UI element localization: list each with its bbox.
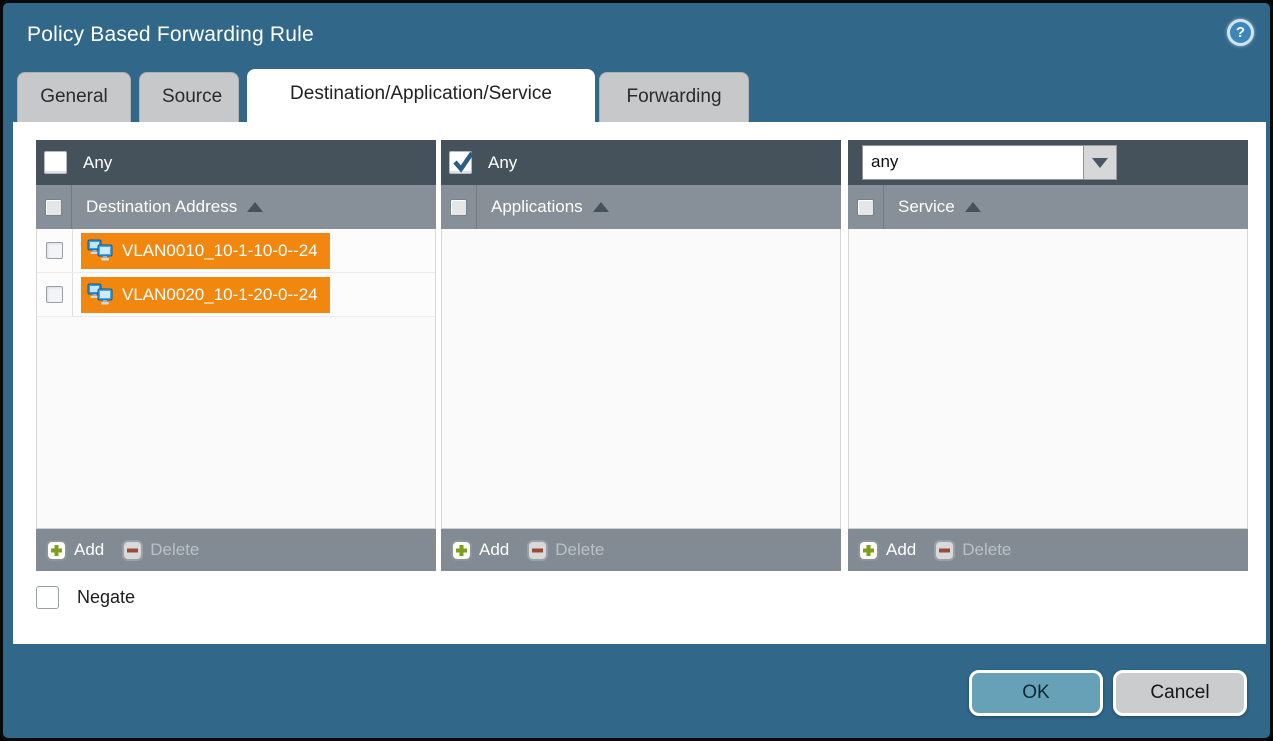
service-header-label: Service [898,197,955,217]
help-icon[interactable]: ? [1227,19,1254,46]
add-label: Add [479,540,509,560]
tab-forwarding[interactable]: Forwarding [599,72,749,122]
delete-button[interactable]: Delete [527,540,604,561]
row-checkbox-cell [37,273,73,316]
destination-column-header[interactable]: Destination Address [36,185,436,229]
delete-icon [122,540,143,561]
applications-any-checkbox[interactable] [449,151,472,174]
service-column-header[interactable]: Service [848,185,1248,229]
sort-asc-icon [247,202,263,212]
destination-select-all-cell [36,185,72,229]
add-icon [858,540,879,561]
destination-any-checkbox[interactable] [44,151,67,174]
tab-destination-application-service[interactable]: Destination/Application/Service [247,69,595,122]
table-row[interactable]: VLAN0010_10-1-10-0--24 [37,229,435,273]
negate-row: Negate [36,586,135,609]
negate-checkbox[interactable] [36,586,59,609]
destination-header-label: Destination Address [86,197,237,217]
address-chip[interactable]: VLAN0020_10-1-20-0--24 [81,277,330,313]
policy-based-forwarding-dialog: Policy Based Forwarding Rule ? General S… [0,0,1273,741]
delete-icon [934,540,955,561]
destination-footer: Add Delete [36,529,436,571]
service-column: any Service Add [848,140,1248,571]
tab-general[interactable]: General [17,72,131,122]
service-dropdown-bar: any [848,140,1248,185]
address-icon [87,239,114,262]
service-dropdown-button[interactable] [1084,145,1117,180]
service-list [848,229,1248,529]
service-footer: Add Delete [848,529,1248,571]
destination-select-all-checkbox[interactable] [45,199,62,216]
add-label: Add [886,540,916,560]
service-dropdown-value[interactable]: any [862,145,1084,180]
service-select-all-checkbox[interactable] [857,199,874,216]
address-name: VLAN0010_10-1-10-0--24 [122,241,318,261]
destination-any-label: Any [83,153,112,173]
applications-any-label: Any [488,153,517,173]
tab-source[interactable]: Source [139,72,239,122]
applications-column-header[interactable]: Applications [441,185,841,229]
applications-select-all-checkbox[interactable] [450,199,467,216]
applications-column: Any Applications Add [441,140,841,571]
checkmark-icon [451,150,475,174]
add-button[interactable]: Add [858,540,916,561]
service-select-all-cell [848,185,884,229]
delete-label: Delete [962,540,1011,560]
table-row[interactable]: VLAN0020_10-1-20-0--24 [37,273,435,317]
chevron-down-icon [1092,158,1108,168]
add-icon [46,540,67,561]
delete-button[interactable]: Delete [122,540,199,561]
row-checkbox[interactable] [46,286,63,303]
service-dropdown[interactable]: any [862,145,1117,180]
ok-button[interactable]: OK [969,670,1103,716]
destination-any-bar: Any [36,140,436,185]
delete-label: Delete [150,540,199,560]
applications-list [441,229,841,529]
row-checkbox[interactable] [46,242,63,259]
address-chip[interactable]: VLAN0010_10-1-10-0--24 [81,233,330,269]
destination-address-column: Any Destination Address [36,140,436,571]
add-button[interactable]: Add [46,540,104,561]
tab-content-panel: Any Destination Address [13,122,1266,644]
add-label: Add [74,540,104,560]
sort-asc-icon [593,202,609,212]
applications-header-label: Applications [491,197,583,217]
applications-footer: Add Delete [441,529,841,571]
sort-asc-icon [965,202,981,212]
applications-select-all-cell [441,185,477,229]
add-button[interactable]: Add [451,540,509,561]
delete-button[interactable]: Delete [934,540,1011,561]
destination-list: VLAN0010_10-1-10-0--24 [36,229,436,529]
negate-label: Negate [77,587,135,608]
row-checkbox-cell [37,229,73,272]
delete-icon [527,540,548,561]
address-icon [87,283,114,306]
applications-any-bar: Any [441,140,841,185]
delete-label: Delete [555,540,604,560]
add-icon [451,540,472,561]
dialog-title: Policy Based Forwarding Rule [27,23,314,47]
address-name: VLAN0020_10-1-20-0--24 [122,285,318,305]
cancel-button[interactable]: Cancel [1113,670,1247,716]
